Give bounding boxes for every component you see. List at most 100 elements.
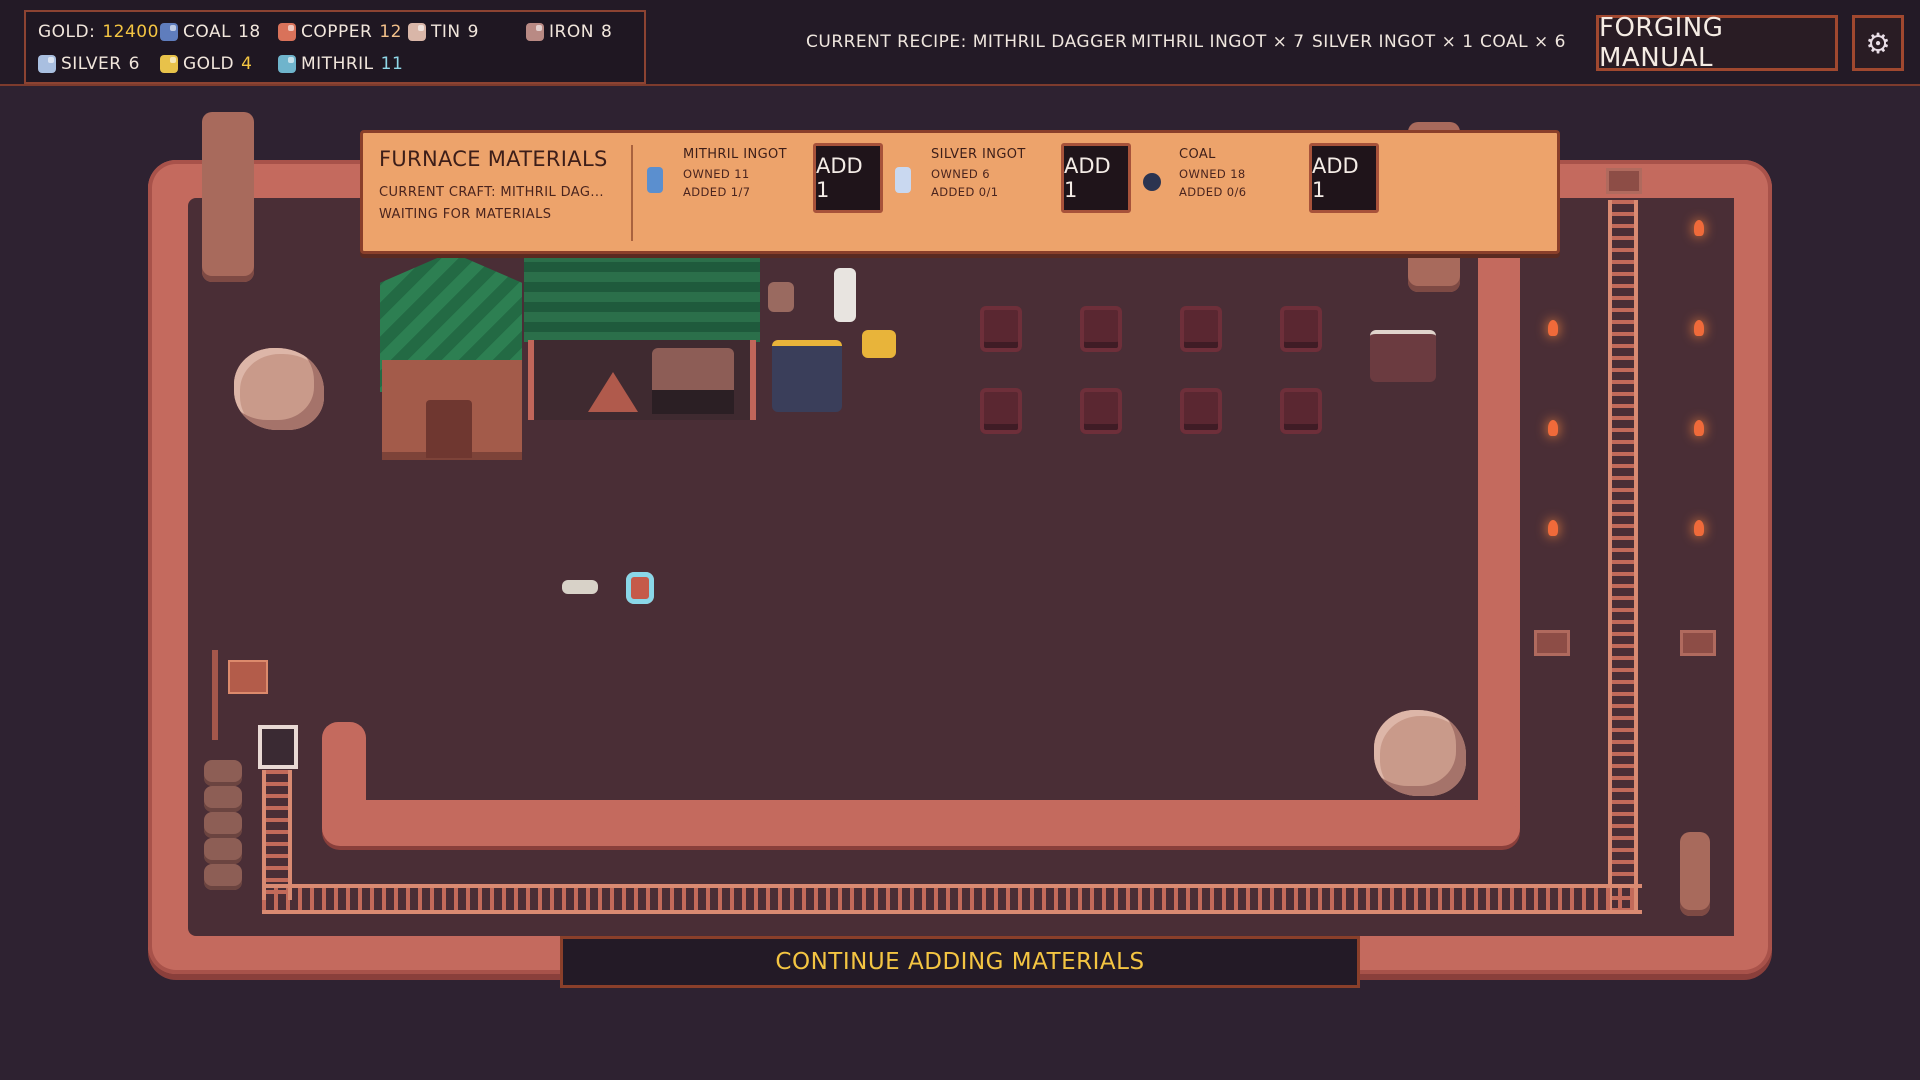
furnace[interactable] bbox=[652, 348, 734, 414]
recipe-requirement-coal: COAL × 6 bbox=[1480, 32, 1566, 52]
resource-value: 18 bbox=[238, 22, 261, 42]
house-door[interactable] bbox=[426, 400, 472, 458]
storage-crate[interactable] bbox=[1180, 388, 1222, 434]
water-bucket-icon[interactable] bbox=[626, 572, 654, 604]
copper-ore-icon bbox=[278, 23, 296, 41]
resource-value: 4 bbox=[241, 54, 253, 74]
recipe-requirement-mithril: MITHRIL INGOT × 7 bbox=[1131, 32, 1305, 52]
storage-crate[interactable] bbox=[1280, 388, 1322, 434]
ore-pile bbox=[204, 812, 242, 838]
material-name: SILVER INGOT bbox=[931, 147, 1026, 162]
storage-crate[interactable] bbox=[1280, 306, 1322, 352]
ore-pile bbox=[204, 838, 242, 864]
wall-torch-icon bbox=[1694, 520, 1704, 536]
silver-ingot-icon bbox=[895, 167, 911, 193]
storage-crate[interactable] bbox=[980, 388, 1022, 434]
inner-wall-southwest bbox=[322, 722, 366, 842]
resource-value: 9 bbox=[467, 22, 479, 42]
material-name: MITHRIL INGOT bbox=[683, 147, 788, 162]
wall-torch-icon bbox=[1694, 220, 1704, 236]
wall-torch-icon bbox=[1548, 420, 1558, 436]
mine-cart[interactable] bbox=[258, 725, 298, 769]
resource-value: 12 bbox=[379, 22, 402, 42]
boulder[interactable] bbox=[234, 348, 324, 430]
material-owned: OWNED 18 bbox=[1179, 167, 1246, 181]
inner-wall-east bbox=[1478, 240, 1520, 840]
top-bar: GOLD: 12400 COAL 18 COPPER 12 TIN 9 IRON… bbox=[0, 0, 1920, 86]
stone-pillar bbox=[1680, 832, 1710, 916]
current-recipe-label: CURRENT RECIPE: MITHRIL DAGGER bbox=[806, 32, 1128, 52]
current-craft-label: CURRENT CRAFT: MITHRIL DAG... bbox=[379, 185, 604, 200]
add-silver-ingot-button[interactable]: ADD 1 bbox=[1061, 143, 1131, 213]
resource-label: COAL bbox=[183, 22, 232, 42]
resource-value: 11 bbox=[380, 54, 404, 74]
resource-tin: TIN 9 bbox=[408, 22, 479, 42]
resource-panel: GOLD: 12400 COAL 18 COPPER 12 TIN 9 IRON… bbox=[24, 10, 646, 84]
settings-button[interactable]: ⚙ bbox=[1852, 15, 1904, 71]
golden-trophy-icon[interactable] bbox=[862, 330, 896, 358]
material-added: ADDED 0/1 bbox=[931, 185, 999, 199]
rail-track-east bbox=[1608, 200, 1638, 910]
recipe-requirement-silver: SILVER INGOT × 1 bbox=[1312, 32, 1474, 52]
exit-sign-icon[interactable] bbox=[228, 660, 268, 694]
blacksmith-npc[interactable] bbox=[834, 268, 856, 322]
sign-post bbox=[212, 650, 218, 740]
panel-title: FURNACE MATERIALS bbox=[379, 147, 608, 171]
ore-pile bbox=[204, 864, 242, 890]
storage-crate[interactable] bbox=[980, 306, 1022, 352]
coal-icon bbox=[1143, 173, 1161, 191]
resource-label: GOLD: bbox=[38, 22, 96, 42]
resource-iron: IRON 8 bbox=[526, 22, 612, 42]
wall-torch-icon bbox=[1694, 320, 1704, 336]
ore-pile bbox=[204, 760, 242, 786]
tin-ore-icon bbox=[408, 23, 426, 41]
gear-icon: ⚙ bbox=[1865, 26, 1891, 60]
continue-adding-materials-button[interactable]: CONTINUE ADDING MATERIALS bbox=[560, 936, 1360, 988]
material-added: ADDED 0/6 bbox=[1179, 185, 1247, 199]
storage-crate[interactable] bbox=[1180, 306, 1222, 352]
smithy-roof bbox=[524, 252, 760, 342]
resource-label: MITHRIL bbox=[301, 54, 374, 74]
rail-track-south bbox=[262, 884, 1642, 914]
ore-pile bbox=[204, 786, 242, 812]
resource-label: IRON bbox=[549, 22, 594, 42]
resource-value: 12400 bbox=[102, 22, 159, 42]
storage-crate[interactable] bbox=[1080, 306, 1122, 352]
panel-divider bbox=[631, 145, 633, 241]
resource-label: COPPER bbox=[301, 22, 373, 42]
mithril-ingot-icon bbox=[647, 167, 663, 193]
bat-icon bbox=[768, 282, 794, 312]
iron-ore-icon bbox=[526, 23, 544, 41]
mithril-ore-icon bbox=[278, 55, 296, 73]
add-mithril-ingot-button[interactable]: ADD 1 bbox=[813, 143, 883, 213]
resource-gold-ore: GOLD 4 bbox=[160, 54, 252, 74]
resource-silver: SILVER 6 bbox=[38, 54, 140, 74]
resource-mithril: MITHRIL 11 bbox=[278, 54, 403, 74]
resource-label: SILVER bbox=[61, 54, 122, 74]
material-name: COAL bbox=[1179, 147, 1216, 162]
rail-track-west bbox=[262, 770, 292, 900]
resource-value: 6 bbox=[128, 54, 140, 74]
mine-entrance-icon[interactable] bbox=[1606, 168, 1642, 194]
add-coal-button[interactable]: ADD 1 bbox=[1309, 143, 1379, 213]
resource-gold-total: GOLD: 12400 bbox=[38, 22, 159, 42]
resource-copper: COPPER 12 bbox=[278, 22, 402, 42]
pickaxe-sign-icon[interactable] bbox=[1534, 630, 1570, 656]
small-animal bbox=[562, 580, 598, 594]
pickaxe-sign-icon[interactable] bbox=[1680, 630, 1716, 656]
resource-label: GOLD bbox=[183, 54, 235, 74]
silver-ore-icon bbox=[38, 55, 56, 73]
wall-torch-icon bbox=[1548, 320, 1558, 336]
resource-coal: COAL 18 bbox=[160, 22, 261, 42]
gold-ore-icon bbox=[160, 55, 178, 73]
inner-wall-south bbox=[322, 800, 1520, 846]
material-owned: OWNED 6 bbox=[931, 167, 990, 181]
forging-manual-button[interactable]: FORGING MANUAL bbox=[1596, 13, 1838, 73]
material-added: ADDED 1/7 bbox=[683, 185, 751, 199]
weapon-rack[interactable] bbox=[772, 340, 842, 412]
resource-value: 8 bbox=[600, 22, 613, 42]
material-owned: OWNED 11 bbox=[683, 167, 750, 181]
storage-crate[interactable] bbox=[1080, 388, 1122, 434]
boulder[interactable] bbox=[1374, 710, 1466, 796]
sword-rack[interactable] bbox=[1370, 330, 1436, 382]
